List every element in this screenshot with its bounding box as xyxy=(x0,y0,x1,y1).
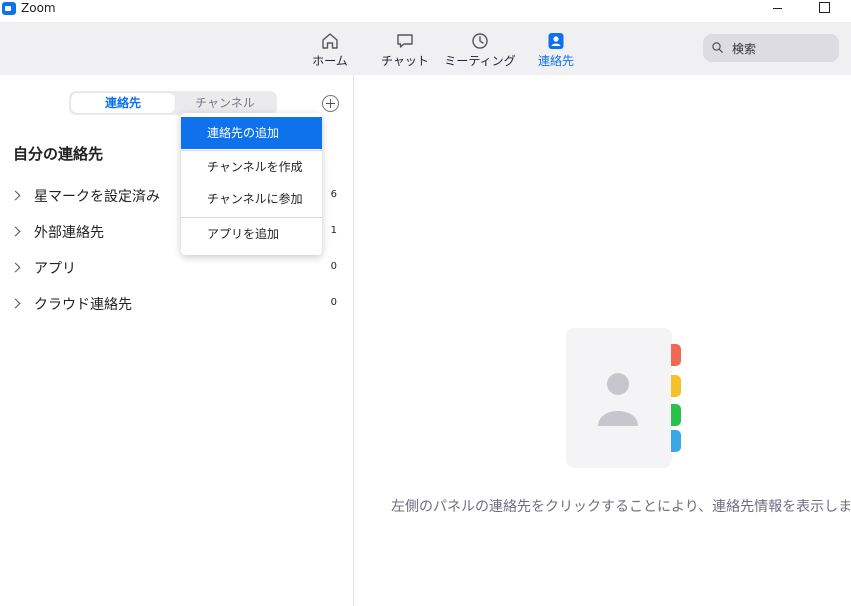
chevron-right-icon xyxy=(10,190,21,201)
group-label: 星マークを設定済み xyxy=(34,189,160,205)
tab-meetings[interactable]: ミーティング xyxy=(444,22,516,75)
chat-icon xyxy=(397,34,413,48)
group-count: 1 xyxy=(330,225,337,236)
tab-contacts-label: 連絡先 xyxy=(537,54,574,68)
chevron-right-icon xyxy=(10,262,21,273)
contacts-segmented-control: 連絡先 チャンネル xyxy=(69,91,277,115)
panel-divider xyxy=(353,75,354,606)
title-bar: Zoom xyxy=(0,0,851,22)
search-input[interactable]: 検索 xyxy=(703,34,839,62)
contact-person-icon xyxy=(598,373,638,426)
group-count: 6 xyxy=(330,189,337,200)
empty-state-message: 左側のパネルの連絡先をクリックすることにより、連絡先情報を表示します。 xyxy=(391,499,851,515)
window-title: Zoom xyxy=(21,1,56,15)
contacts-icon xyxy=(548,33,564,49)
segment-contacts[interactable]: 連絡先 xyxy=(71,93,175,113)
search-icon xyxy=(712,42,723,53)
clock-icon xyxy=(472,33,488,49)
top-navigation: ホーム チャット ミーティング 連絡先 検索 xyxy=(0,22,851,75)
group-count: 0 xyxy=(330,297,337,308)
group-apps[interactable]: アプリ 0 xyxy=(0,255,353,283)
red-tab-icon xyxy=(671,344,681,366)
green-tab-icon xyxy=(671,404,681,426)
tab-chat-label: チャット xyxy=(381,54,429,68)
group-label: アプリ xyxy=(34,261,76,277)
chevron-right-icon xyxy=(10,226,21,237)
group-cloud[interactable]: クラウド連絡先 0 xyxy=(0,291,353,319)
add-contact-button[interactable] xyxy=(322,95,339,112)
menu-item-create-channel[interactable]: チャンネルを作成 xyxy=(181,151,322,183)
maximize-button[interactable] xyxy=(818,1,830,13)
yellow-tab-icon xyxy=(671,375,681,397)
chevron-right-icon xyxy=(10,298,21,309)
tab-home[interactable]: ホーム xyxy=(304,22,356,75)
tab-chat[interactable]: チャット xyxy=(377,22,433,75)
minimize-button[interactable] xyxy=(770,0,784,16)
my-contacts-heading: 自分の連絡先 xyxy=(13,145,104,163)
contact-book-illustration xyxy=(566,328,672,468)
menu-item-add-contact[interactable]: 連絡先の追加 xyxy=(181,117,322,149)
segment-channels[interactable]: チャンネル xyxy=(173,93,277,113)
zoom-logo-icon xyxy=(2,2,16,15)
menu-item-join-channel[interactable]: チャンネルに参加 xyxy=(181,183,322,215)
add-menu-dropdown: 連絡先の追加 チャンネルを作成 チャンネルに参加 アプリを追加 xyxy=(181,113,322,255)
tab-home-label: ホーム xyxy=(312,54,348,68)
group-label: クラウド連絡先 xyxy=(34,297,132,313)
tab-meetings-label: ミーティング xyxy=(444,54,516,68)
tab-contacts[interactable]: 連絡先 xyxy=(530,22,582,75)
search-label: 検索 xyxy=(732,42,757,56)
group-label: 外部連絡先 xyxy=(34,225,104,241)
blue-tab-icon xyxy=(671,430,681,452)
menu-item-add-app[interactable]: アプリを追加 xyxy=(181,218,322,250)
group-count: 0 xyxy=(330,261,337,272)
home-icon xyxy=(322,33,338,49)
